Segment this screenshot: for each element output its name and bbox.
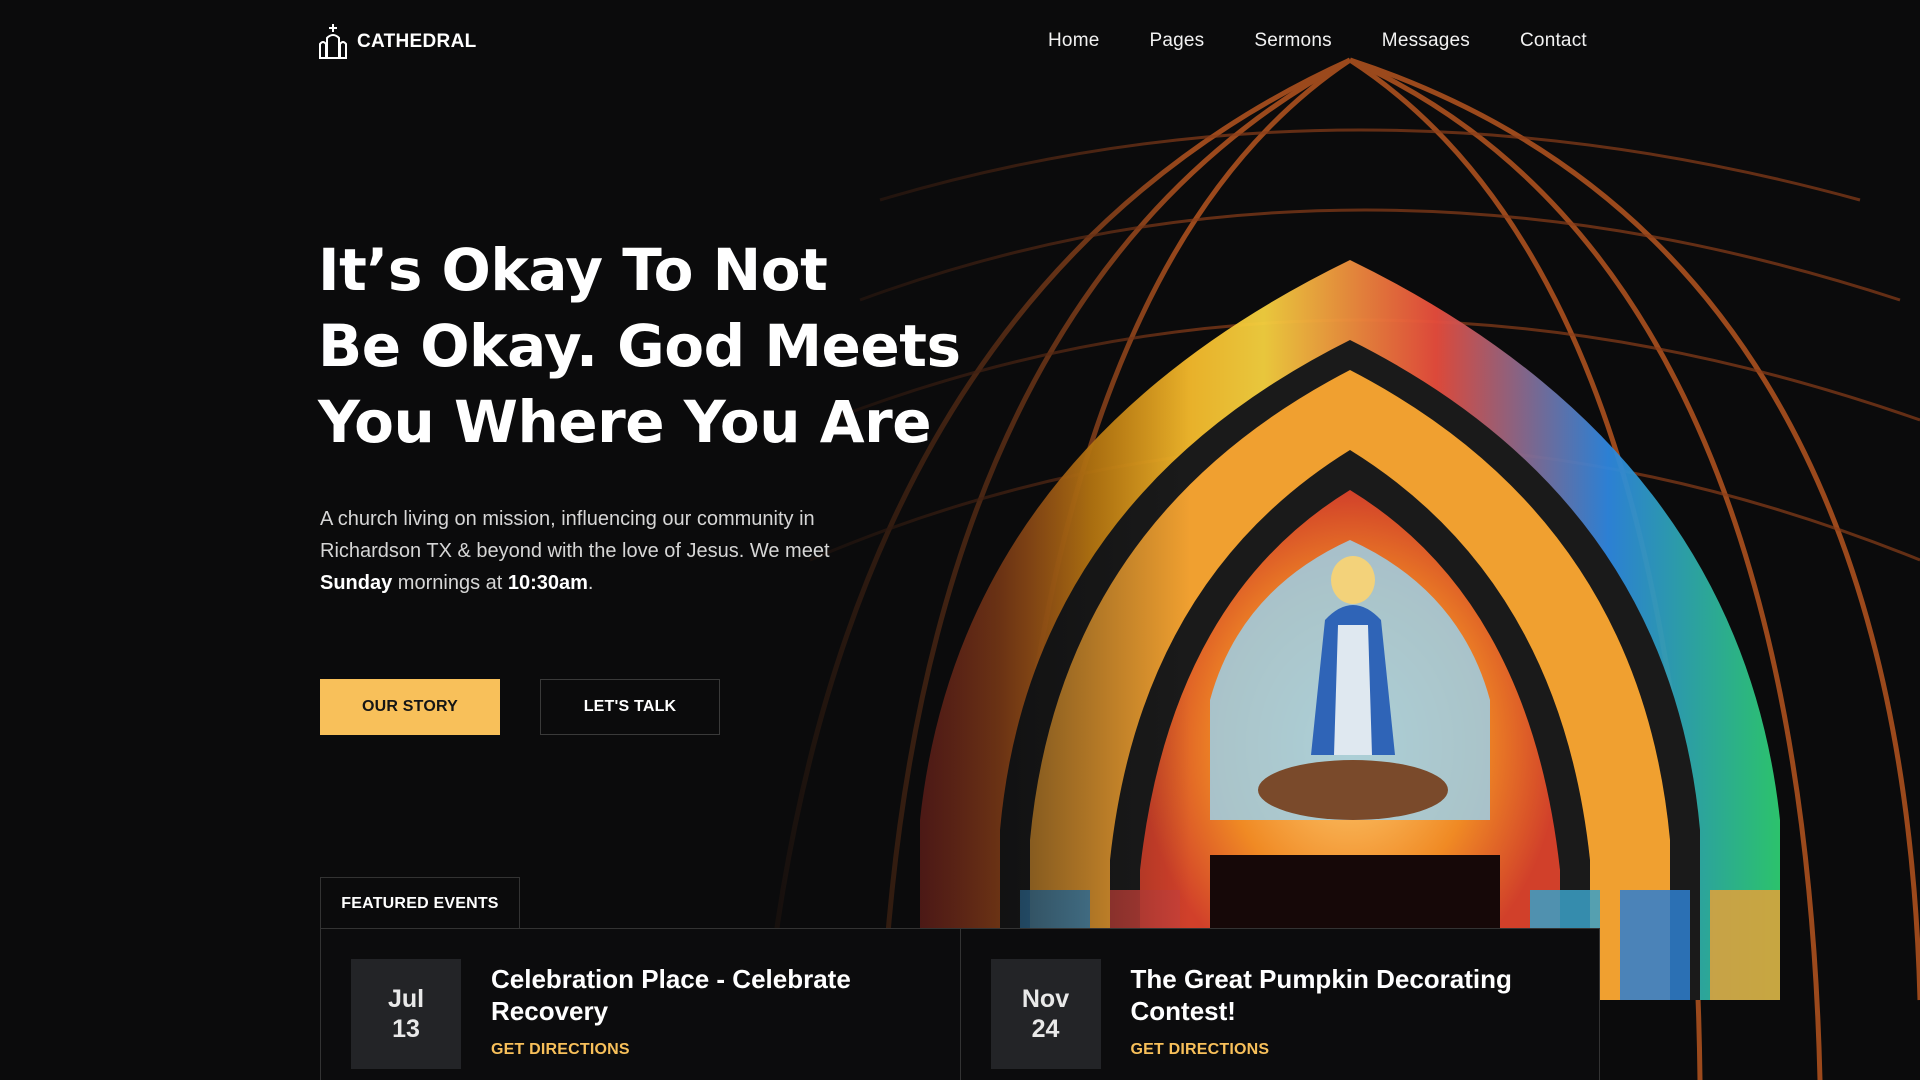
event-day: 13	[392, 1015, 420, 1043]
event-info: The Great Pumpkin Decorating Contest! GE…	[1131, 959, 1551, 1058]
event-card[interactable]: Nov 24 The Great Pumpkin Decorating Cont…	[959, 929, 1600, 1080]
get-directions-link[interactable]: GET DIRECTIONS	[1131, 1041, 1270, 1059]
hero-description-end: .	[587, 572, 594, 594]
event-info: Celebration Place - Celebrate Recovery G…	[491, 959, 911, 1058]
featured-events-tab[interactable]: FEATURED EVENTS	[320, 877, 520, 929]
get-directions-link[interactable]: GET DIRECTIONS	[491, 1041, 630, 1059]
nav-item-pages[interactable]: Pages	[1149, 30, 1204, 52]
event-month: Nov	[1021, 985, 1070, 1013]
event-title[interactable]: Celebration Place - Celebrate Recovery	[491, 963, 911, 1027]
nav-item-sermons[interactable]: Sermons	[1254, 30, 1331, 52]
brand-logo[interactable]: CATHEDRAL	[319, 24, 477, 60]
service-day: Sunday	[320, 572, 393, 594]
lets-talk-button[interactable]: LET'S TALK	[540, 679, 720, 735]
featured-events-panel: Jul 13 Celebration Place - Celebrate Rec…	[320, 928, 1600, 1080]
hero-description-mid: mornings at	[392, 572, 508, 594]
service-time: 10:30am	[507, 572, 588, 594]
event-title[interactable]: The Great Pumpkin Decorating Contest!	[1131, 963, 1551, 1027]
event-date: Jul 13	[351, 959, 461, 1069]
event-day: 24	[1031, 1015, 1060, 1043]
event-date: Nov 24	[990, 959, 1101, 1069]
hero-description-line-2: Richardson TX & beyond with the love of …	[320, 540, 830, 562]
hero-description-line-1: A church living on mission, influencing …	[320, 508, 815, 530]
main-nav: Home Pages Sermons Messages Contact	[1048, 30, 1587, 52]
hero-heading-line-2: Be Okay. God Meets	[318, 312, 961, 380]
our-story-button[interactable]: OUR STORY	[320, 679, 500, 735]
hero-heading-line-3: You Where You Are	[318, 388, 932, 456]
nav-item-contact[interactable]: Contact	[1520, 30, 1587, 52]
hero-background-image	[0, 0, 1920, 1080]
church-icon	[319, 24, 347, 59]
hero-description: A church living on mission, influencing …	[320, 503, 860, 599]
event-card[interactable]: Jul 13 Celebration Place - Celebrate Rec…	[321, 929, 960, 1080]
nav-item-messages[interactable]: Messages	[1382, 30, 1470, 52]
hero-heading: It’s Okay To Not Be Okay. God Meets You …	[318, 232, 1018, 460]
brand-name: CATHEDRAL	[357, 31, 477, 52]
event-month: Jul	[387, 985, 425, 1013]
nav-item-home[interactable]: Home	[1048, 30, 1099, 52]
hero-heading-line-1: It’s Okay To Not	[318, 236, 828, 304]
